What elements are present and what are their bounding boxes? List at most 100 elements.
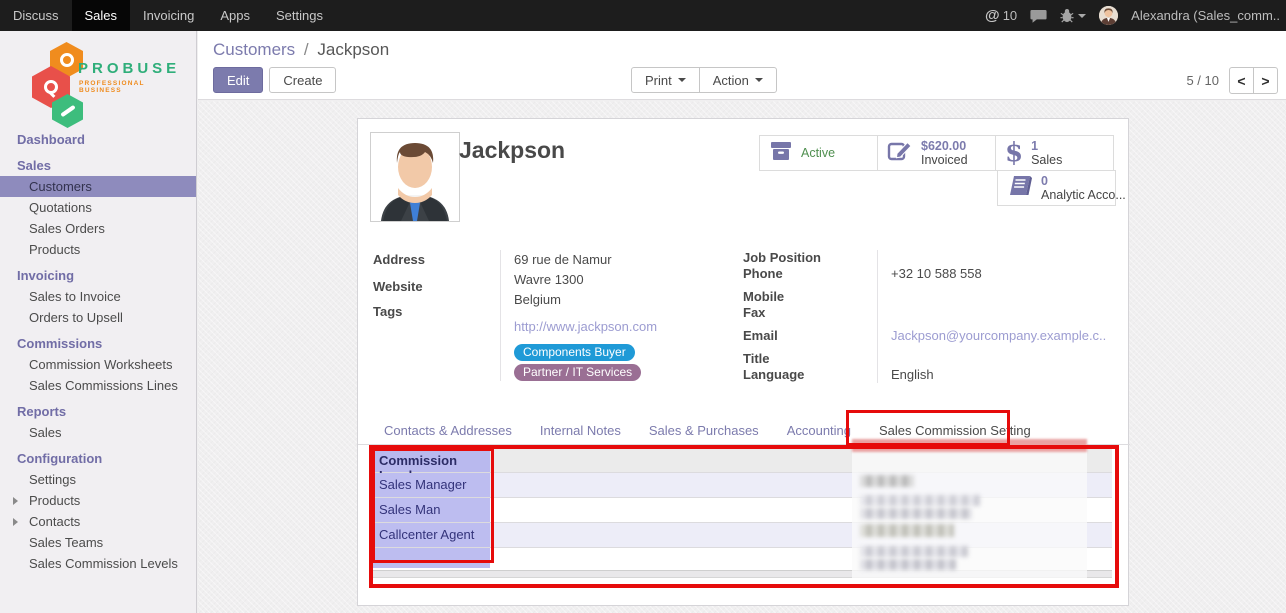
edit-create-buttons: Edit Create — [213, 67, 336, 93]
field-label-website: Website — [373, 279, 500, 295]
redacted-block — [860, 508, 972, 519]
dropdown-caret-icon — [678, 78, 686, 82]
dropdown-caret-icon — [755, 78, 763, 82]
stat-button-sales[interactable]: $1Sales — [995, 135, 1114, 171]
sidebar-item-sales[interactable]: Sales — [0, 422, 196, 443]
sidebar-item-sales-orders[interactable]: Sales Orders — [0, 218, 196, 239]
sidebar-section-dashboard[interactable]: Dashboard — [0, 128, 196, 150]
archive-icon — [769, 140, 793, 167]
top-menu-discuss[interactable]: Discuss — [0, 0, 72, 31]
print-button[interactable]: Print — [631, 67, 700, 93]
tab-sales-purchases[interactable]: Sales & Purchases — [635, 419, 773, 444]
sidebar-item-orders-to-upsell[interactable]: Orders to Upsell — [0, 307, 196, 328]
redacted-column — [852, 439, 1087, 578]
top-menu-invoicing[interactable]: Invoicing — [130, 0, 207, 31]
messages-icon[interactable] — [1030, 9, 1047, 23]
sidebar-section-commissions[interactable]: Commissions — [0, 332, 196, 354]
action-button[interactable]: Action — [699, 67, 777, 93]
probuse-logo: PROBUSE PROFESSIONAL BUSINESS — [26, 42, 176, 114]
redacted-block — [860, 475, 914, 487]
redacted-block — [860, 495, 980, 506]
customer-photo[interactable] — [370, 132, 460, 222]
field-link-email[interactable]: Jackpson@yourcompany.example.c.. — [891, 328, 1106, 343]
stat-label: Active — [801, 146, 835, 160]
sidebar-label: Sales Commission Levels — [29, 556, 178, 571]
sidebar-item-commission-worksheets[interactable]: Commission Worksheets — [0, 354, 196, 375]
field-label-mobile: Mobile — [743, 289, 877, 305]
top-menu-apps[interactable]: Apps — [207, 0, 263, 31]
tab-internal-notes[interactable]: Internal Notes — [526, 419, 635, 444]
field-value-website[interactable]: http://www.jackpson.com — [514, 319, 729, 335]
sidebar-label: Configuration — [17, 451, 102, 466]
sidebar-label: Sales Commissions Lines — [29, 378, 178, 393]
sidebar-item-products[interactable]: Products — [0, 490, 196, 511]
field-value-title — [891, 351, 1116, 367]
sidebar-label: Sales — [17, 158, 51, 173]
field-label-fax: Fax — [743, 305, 877, 321]
address-line: Belgium — [514, 290, 729, 310]
field-value-email[interactable]: Jackpson@yourcompany.example.c.. — [891, 328, 1116, 344]
create-button[interactable]: Create — [269, 67, 336, 93]
edit-button[interactable]: Edit — [213, 67, 263, 93]
field-label-tags: Tags — [373, 304, 500, 320]
field-value-tags[interactable]: Components Buyer Partner / IT Services — [514, 344, 729, 381]
pencil-icon — [887, 139, 913, 168]
stat-label: Invoiced — [921, 153, 968, 167]
breadcrumb-customers-link[interactable]: Customers — [213, 40, 295, 59]
sidebar-item-sales-commission-levels[interactable]: Sales Commission Levels — [0, 553, 196, 574]
sidebar-label: Products — [29, 242, 80, 257]
stat-button-active[interactable]: Active — [759, 135, 878, 171]
top-menu-sales[interactable]: Sales — [72, 0, 131, 31]
stat-value: $620.00 — [921, 139, 968, 153]
user-menu[interactable]: Alexandra (Sales_comm.. — [1131, 8, 1280, 23]
tab-contacts-addresses[interactable]: Contacts & Addresses — [370, 419, 526, 444]
redacted-pink-strip — [852, 439, 1087, 452]
user-avatar[interactable] — [1099, 6, 1118, 25]
sidebar-label: Commissions — [17, 336, 102, 351]
breadcrumb: Customers / Jackpson — [213, 40, 389, 60]
stat-button-invoiced[interactable]: $620.00Invoiced — [877, 135, 996, 171]
sidebar-label: Invoicing — [17, 268, 74, 283]
sidebar-item-sales-teams[interactable]: Sales Teams — [0, 532, 196, 553]
sidebar-item-quotations[interactable]: Quotations — [0, 197, 196, 218]
sidebar-label: Contacts — [29, 514, 80, 529]
previous-record-button[interactable]: < — [1229, 67, 1254, 94]
content-background: Jackpson Active$620.00Invoiced$1Sales 0A… — [198, 101, 1286, 613]
field-label-phone: Phone — [743, 266, 877, 282]
expand-arrow-icon[interactable] — [13, 497, 18, 505]
mentions-counter[interactable]: @ 10 — [985, 7, 1017, 24]
expand-arrow-icon[interactable] — [13, 518, 18, 526]
debug-mode-icon[interactable] — [1060, 8, 1086, 23]
print-action-buttons: Print Action — [631, 67, 777, 93]
sidebar-label: Dashboard — [17, 132, 85, 147]
next-record-button[interactable]: > — [1253, 67, 1278, 94]
top-navbar: DiscussSalesInvoicingAppsSettings @ 10 A… — [0, 0, 1286, 31]
sidebar-section-configuration[interactable]: Configuration — [0, 447, 196, 469]
sidebar-section-sales[interactable]: Sales — [0, 154, 196, 176]
sidebar-item-products[interactable]: Products — [0, 239, 196, 260]
commission-level-cell: Sales Man — [373, 498, 490, 522]
top-menu-settings[interactable]: Settings — [263, 0, 336, 31]
field-group-left: AddressWebsiteTags 69 rue de NamurWavre … — [373, 250, 729, 381]
field-link-website[interactable]: http://www.jackpson.com — [514, 319, 657, 334]
sidebar-label: Customers — [29, 179, 92, 194]
stat-text: 0Analytic Acco... — [1041, 174, 1126, 202]
sidebar-item-customers[interactable]: Customers — [0, 176, 196, 197]
sidebar-item-sales-to-invoice[interactable]: Sales to Invoice — [0, 286, 196, 307]
sidebar-item-sales-commissions-lines[interactable]: Sales Commissions Lines — [0, 375, 196, 396]
field-text: English — [891, 367, 934, 382]
logo-subtitle: PROFESSIONAL BUSINESS — [79, 80, 176, 94]
sidebar-item-settings[interactable]: Settings — [0, 469, 196, 490]
stat-button-analytic-acco[interactable]: 0Analytic Acco... — [997, 170, 1116, 206]
sidebar-label: Sales Teams — [29, 535, 103, 550]
sidebar-item-contacts[interactable]: Contacts — [0, 511, 196, 532]
breadcrumb-current: Jackpson — [317, 40, 389, 59]
sidebar-section-reports[interactable]: Reports — [0, 400, 196, 422]
commission-level-header: Commission Level — [373, 449, 490, 472]
field-value-fax — [891, 305, 1116, 321]
tag-components-buyer[interactable]: Components Buyer — [514, 344, 635, 361]
tag-partner-it-services[interactable]: Partner / IT Services — [514, 364, 641, 381]
pager-counter: 5 / 10 — [1186, 73, 1219, 88]
field-value-phone: +32 10 588 558 — [891, 266, 1116, 282]
sidebar-section-invoicing[interactable]: Invoicing — [0, 264, 196, 286]
